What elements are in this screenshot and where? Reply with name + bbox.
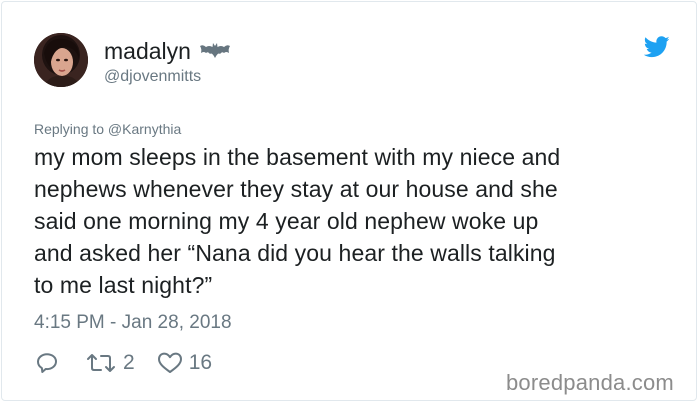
tweet-text-line: my mom sleeps in the basement with my ni… <box>34 144 561 170</box>
tweet-text-line: nephews whenever they stay at our house … <box>34 176 558 202</box>
tweet-text-line: and asked her “Nana did you hear the wal… <box>34 240 556 266</box>
retweet-count: 2 <box>123 351 135 374</box>
tweet-text-line: to me last night?” <box>34 272 213 298</box>
author-handle[interactable]: @djovenmitts <box>104 67 201 87</box>
bat-emoji <box>199 41 231 61</box>
display-name[interactable]: madalyn <box>104 38 191 64</box>
retweet-button[interactable]: 2 <box>85 351 135 375</box>
reply-button[interactable] <box>35 351 59 375</box>
twitter-bird-icon[interactable] <box>643 36 670 58</box>
tweet-text-line: said one morning my 4 year old nephew wo… <box>34 208 539 234</box>
reply-context[interactable]: Replying to @Karnythia <box>34 120 181 138</box>
watermark: boredpanda.com <box>506 370 674 395</box>
avatar-photo <box>34 33 88 87</box>
avatar[interactable] <box>34 33 88 87</box>
retweet-icon <box>87 354 115 372</box>
heart-icon <box>157 352 182 373</box>
like-count: 16 <box>188 351 213 374</box>
tweet-card: madalyn @djovenmitts Replying to @Karnyt… <box>1 1 697 401</box>
tweet-actions: 2 16 <box>35 350 212 376</box>
tweet-text: my mom sleeps in the basement with my ni… <box>34 141 684 301</box>
like-button[interactable]: 16 <box>157 351 212 375</box>
reply-icon <box>37 353 57 373</box>
tweet-timestamp[interactable]: 4:15 PM - Jan 28, 2018 <box>34 311 232 335</box>
author-name-row[interactable]: madalyn <box>104 38 231 64</box>
